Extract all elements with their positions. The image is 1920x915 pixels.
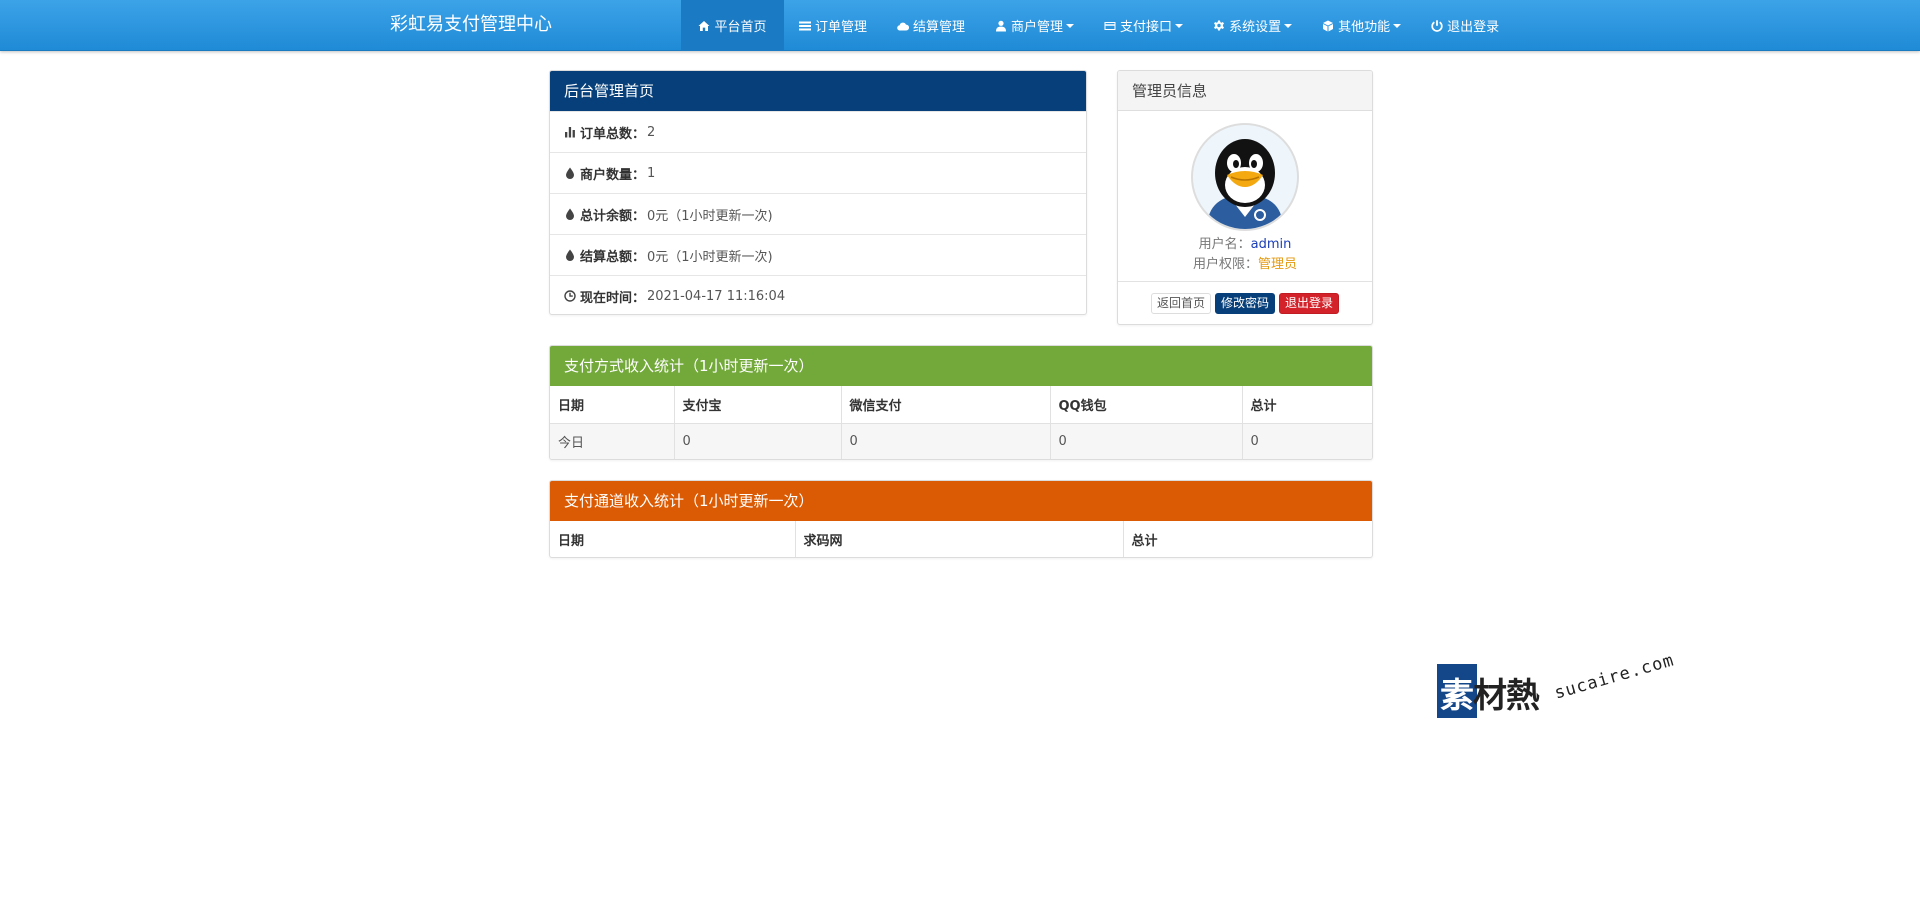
divider [1118, 281, 1372, 282]
power-icon [1431, 19, 1443, 32]
nav-label: 商户管理 [1011, 20, 1064, 35]
role-label: 用户权限： [1192, 257, 1258, 272]
stat-value: 0元（1小时更新一次) [647, 249, 773, 265]
dashboard-panel: 后台管理首页 订单总数： 2 商户数量： 1 总计余额： 0元（1小时更新一次)… [549, 70, 1087, 315]
nav-item-logout[interactable]: 退出登录 [1416, 0, 1514, 51]
watermark-en: sucaire.com [1552, 650, 1677, 704]
table-cell: 0 [674, 423, 842, 459]
column-header: 日期 [550, 521, 796, 557]
watermark-cn-rest: 材熱 [1473, 676, 1540, 716]
panel-title: 支付方式收入统计（1小时更新一次） [550, 346, 1372, 386]
nav-item-payment-interface[interactable]: 支付接口 [1089, 0, 1198, 51]
nav-label: 其他功能 [1338, 20, 1391, 35]
stat-value: 1 [647, 165, 656, 181]
main-nav: 平台首页 订单管理 结算管理 商户管理 支付接口 系统设置 其他功能 退出登录 [681, 0, 1514, 51]
panel-title: 支付通道收入统计（1小时更新一次） [550, 481, 1372, 521]
username-value: admin [1250, 237, 1292, 252]
nav-label: 结算管理 [913, 20, 966, 35]
user-icon [996, 20, 1007, 31]
list-icon [799, 21, 811, 30]
top-navbar: 彩虹易支付管理中心 平台首页 订单管理 结算管理 商户管理 支付接口 系统设置 [0, 0, 1920, 51]
column-header: 日期 [550, 386, 675, 424]
nav-item-other-features[interactable]: 其他功能 [1307, 0, 1416, 51]
cloud-icon [897, 22, 910, 31]
qq-penguin-avatar [1193, 125, 1297, 229]
chevron-down-icon [1066, 23, 1075, 28]
table-header-row: 日期 支付宝 微信支付 QQ钱包 总计 [550, 386, 1372, 424]
nav-label: 退出登录 [1447, 20, 1500, 35]
username-line: 用户名：admin [1118, 233, 1372, 252]
table-header-row: 日期 求码网 总计 [550, 521, 1372, 557]
role-value: 管理员 [1258, 257, 1298, 272]
home-icon [698, 20, 710, 31]
bar-chart-icon [565, 127, 575, 138]
nav-item-orders[interactable]: 订单管理 [784, 0, 882, 51]
column-header: 求码网 [795, 521, 1124, 557]
stat-label: 现在时间： [580, 290, 646, 306]
change-password-button[interactable]: 修改密码 [1214, 293, 1275, 314]
stat-order-total: 订单总数： 2 [550, 111, 1086, 152]
nav-label: 支付接口 [1120, 20, 1173, 35]
stat-value: 2 [647, 124, 656, 140]
chevron-down-icon [1175, 23, 1184, 28]
tint-icon [566, 208, 574, 220]
table-cell: 0 [841, 423, 1051, 459]
nav-item-settlement[interactable]: 结算管理 [882, 0, 980, 51]
panel-title: 管理员信息 [1118, 71, 1372, 111]
clock-icon [564, 290, 576, 302]
stat-value: 2021-04-17 11:16:04 [647, 288, 786, 304]
table-cell: 今日 [550, 423, 675, 459]
watermark-cn-first: 素 [1440, 676, 1474, 716]
panel-title: 后台管理首页 [550, 71, 1086, 111]
stat-label: 商户数量： [580, 167, 646, 183]
chevron-down-icon [1393, 23, 1402, 28]
column-header: QQ钱包 [1050, 386, 1243, 424]
watermark-cn: 素材熱 [1440, 668, 1540, 717]
stat-label: 结算总额： [580, 249, 646, 265]
stat-label: 订单总数： [580, 126, 646, 142]
nav-label: 订单管理 [815, 20, 868, 35]
nav-item-system-settings[interactable]: 系统设置 [1198, 0, 1307, 51]
stat-value: 0元（1小时更新一次) [647, 208, 773, 224]
table-row: 今日 0 0 0 0 [550, 423, 1372, 459]
tint-icon [566, 249, 574, 261]
column-header: 总计 [1123, 521, 1372, 557]
username-label: 用户名： [1198, 237, 1251, 252]
credit-card-icon [1104, 21, 1116, 30]
avatar [1191, 123, 1299, 231]
nav-item-home[interactable]: 平台首页 [681, 0, 784, 51]
cube-icon [1323, 20, 1334, 31]
stat-settlement-total: 结算总额： 0元（1小时更新一次) [550, 234, 1086, 275]
payment-method-table: 日期 支付宝 微信支付 QQ钱包 总计 今日 0 0 0 0 [550, 386, 1372, 459]
brand-title[interactable]: 彩虹易支付管理中心 [390, 0, 552, 51]
admin-actions: 返回首页 修改密码 退出登录 [1118, 293, 1372, 314]
nav-label: 平台首页 [714, 20, 767, 35]
logout-button[interactable]: 退出登录 [1279, 293, 1340, 314]
watermark-logo: 素材熱 sucaire.com [1437, 650, 1687, 722]
tint-icon [566, 167, 574, 179]
nav-item-merchants[interactable]: 商户管理 [980, 0, 1089, 51]
chevron-down-icon [1284, 23, 1293, 28]
column-header: 微信支付 [841, 386, 1051, 424]
role-line: 用户权限：管理员 [1118, 253, 1372, 272]
column-header: 总计 [1242, 386, 1372, 424]
stat-current-time: 现在时间： 2021-04-17 11:16:04 [550, 275, 1086, 314]
channel-table: 日期 求码网 总计 [550, 521, 1372, 557]
admin-info-panel: 管理员信息 用户名：admin 用户权限：管理员 返回首页 修改密码 退出登录 [1117, 70, 1373, 325]
back-home-button[interactable]: 返回首页 [1150, 293, 1211, 314]
channel-stats-panel: 支付通道收入统计（1小时更新一次） 日期 求码网 总计 [549, 480, 1373, 558]
stat-label: 总计余额： [580, 208, 646, 224]
stat-merchant-count: 商户数量： 1 [550, 152, 1086, 193]
stat-total-balance: 总计余额： 0元（1小时更新一次) [550, 193, 1086, 234]
column-header: 支付宝 [674, 386, 842, 424]
table-cell: 0 [1242, 423, 1372, 459]
gear-icon [1214, 20, 1225, 30]
nav-label: 系统设置 [1229, 20, 1282, 35]
table-cell: 0 [1050, 423, 1243, 459]
payment-method-stats-panel: 支付方式收入统计（1小时更新一次） 日期 支付宝 微信支付 QQ钱包 总计 今日… [549, 345, 1373, 460]
